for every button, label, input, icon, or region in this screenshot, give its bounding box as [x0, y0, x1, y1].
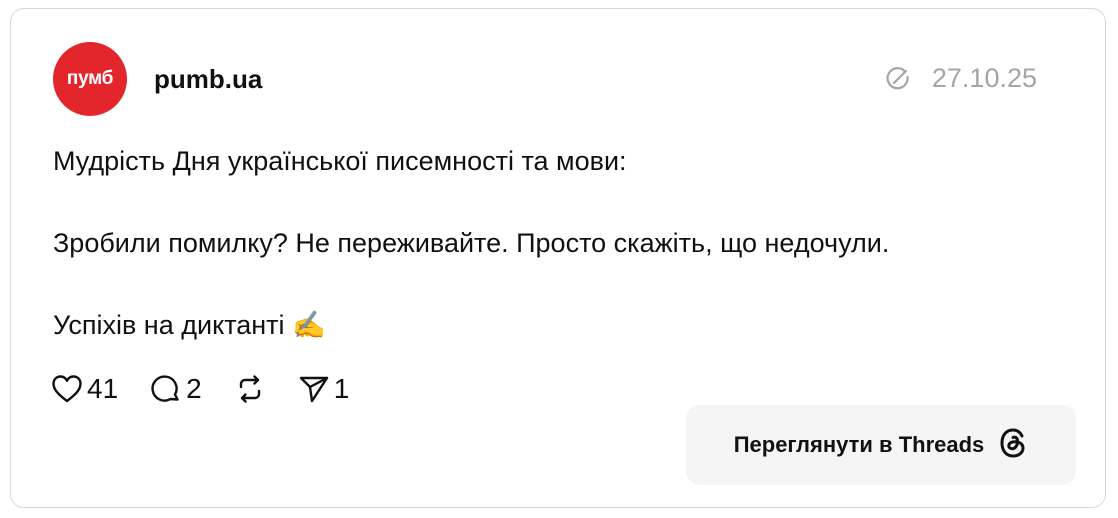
- share-count: 1: [333, 373, 350, 404]
- edited-icon: [884, 65, 912, 93]
- avatar-text: пумб: [66, 68, 114, 89]
- post-line-1: Мудрість Дня української писемності та м…: [53, 146, 627, 176]
- like-count: 41: [87, 373, 119, 404]
- post-line-2: Зробили помилку? Не переживайте. Просто …: [53, 228, 890, 258]
- post-date: 27.10.25: [931, 63, 1037, 93]
- comment-icon: [150, 373, 182, 405]
- view-in-threads-button[interactable]: Переглянути в Threads: [686, 405, 1076, 485]
- post-line-3: Успіхів на диктанті ✍️: [53, 310, 326, 340]
- threads-post-card: пумб pumb.ua 27.10.25 Мудрість Дня украї…: [10, 8, 1106, 508]
- like-button[interactable]: 41: [51, 373, 118, 405]
- username[interactable]: pumb.ua: [154, 64, 262, 95]
- post-body: Мудрість Дня української писемності та м…: [53, 141, 1053, 346]
- heart-icon: [51, 374, 83, 404]
- post-actions: 41 2 1: [51, 371, 381, 407]
- post-date-area: 27.10.25: [884, 63, 1037, 94]
- reply-button[interactable]: 2: [150, 373, 202, 405]
- view-in-threads-label: Переглянути в Threads: [733, 432, 985, 457]
- reply-count: 2: [186, 373, 202, 404]
- avatar[interactable]: пумб: [53, 42, 127, 116]
- repost-icon: [234, 373, 266, 405]
- share-button[interactable]: 1: [298, 373, 350, 405]
- repost-button[interactable]: [234, 373, 266, 405]
- send-icon: [298, 373, 330, 405]
- threads-logo-icon: [998, 427, 1028, 464]
